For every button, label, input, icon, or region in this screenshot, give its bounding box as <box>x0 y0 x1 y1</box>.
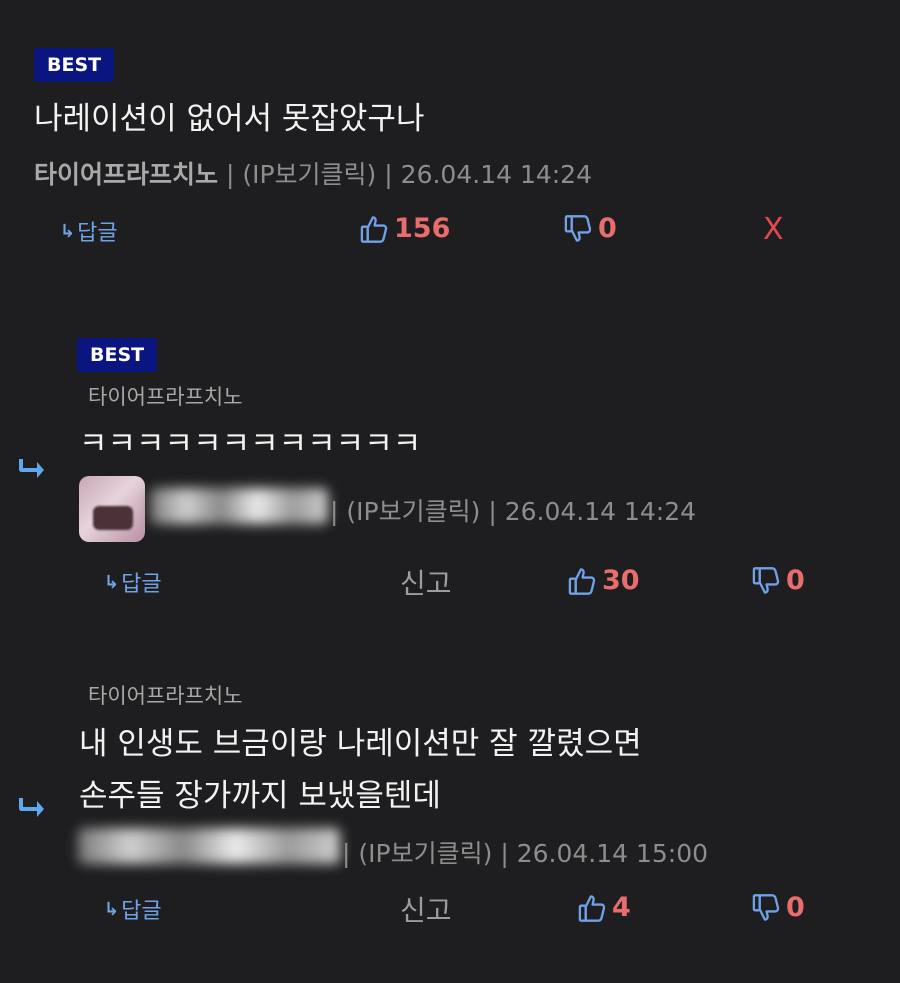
comment-meta: | (IP보기클릭) | 26.04.14 15:00 <box>342 834 708 870</box>
separator: | <box>330 497 339 526</box>
comment-text: ㅋㅋㅋㅋㅋㅋㅋㅋㅋㅋㅋㅋ <box>79 426 422 462</box>
comment-text-line2: 손주들 장가까지 보냈을텐데 <box>79 778 441 814</box>
reply-arrow-icon: ↳ <box>104 571 120 593</box>
downvote-count: 0 <box>786 892 805 923</box>
reply-to-nickname: 타이어프라프치노 <box>88 385 243 409</box>
ip-link[interactable]: (IP보기클릭) <box>346 497 480 526</box>
reply-button[interactable]: ↳ 답글 <box>104 566 162 598</box>
downvote-button[interactable]: 0 <box>752 565 805 596</box>
comment-date: 26.04.14 15:00 <box>516 839 709 868</box>
comment-meta: | (IP보기클릭) | 26.04.14 14:24 <box>330 492 696 528</box>
separator: | <box>488 497 497 526</box>
comment-text: 나레이션이 없어서 못잡았구나 <box>34 101 425 137</box>
separator: | <box>384 160 393 189</box>
ip-link[interactable]: (IP보기클릭) <box>242 160 376 189</box>
thumbs-down-icon <box>564 214 592 244</box>
best-badge: BEST <box>77 338 158 372</box>
avatar[interactable] <box>79 476 145 542</box>
author-nickname[interactable]: 타이어프라프치노 <box>34 160 218 189</box>
separator: | <box>225 160 235 189</box>
comment-date: 26.04.14 14:24 <box>504 497 697 526</box>
redacted-nickname <box>150 488 328 524</box>
reply-label: 답글 <box>77 221 118 246</box>
separator: | <box>500 839 509 868</box>
reply-arrow-icon: ↳ <box>104 898 120 920</box>
downvote-count: 0 <box>598 213 617 244</box>
thumbs-down-icon <box>752 566 780 596</box>
reply-button[interactable]: ↳ 답글 <box>104 893 162 925</box>
delete-button[interactable]: X <box>763 212 784 247</box>
indent-arrow-icon <box>16 796 46 820</box>
reply-label: 답글 <box>121 572 162 597</box>
reply-to-nickname: 타이어프라프치노 <box>88 684 243 708</box>
report-button[interactable]: 신고 <box>400 889 452 929</box>
thumbs-down-icon <box>752 893 780 923</box>
indent-arrow-icon <box>16 457 46 481</box>
downvote-button[interactable]: 0 <box>752 892 805 923</box>
best-badge: BEST <box>34 48 115 82</box>
reply-button[interactable]: ↳ 답글 <box>60 215 118 247</box>
upvote-button[interactable]: 4 <box>578 892 631 923</box>
upvote-count: 156 <box>394 213 451 244</box>
thumbs-up-icon <box>578 893 606 923</box>
upvote-count: 4 <box>612 892 631 923</box>
comment-text-line1: 내 인생도 브금이랑 나레이션만 잘 깔렸으면 <box>79 726 642 762</box>
downvote-count: 0 <box>786 565 805 596</box>
report-button[interactable]: 신고 <box>400 562 452 602</box>
thumbs-up-icon <box>568 566 596 596</box>
reply-arrow-icon: ↳ <box>60 220 76 242</box>
thumbs-up-icon <box>360 214 388 244</box>
separator: | <box>342 839 351 868</box>
comment-meta: 타이어프라프치노 | (IP보기클릭) | 26.04.14 14:24 <box>34 155 592 191</box>
redacted-nickname <box>78 828 340 864</box>
upvote-button[interactable]: 156 <box>360 213 450 244</box>
upvote-count: 30 <box>602 565 640 596</box>
downvote-button[interactable]: 0 <box>564 213 617 244</box>
comment-date: 26.04.14 14:24 <box>400 160 592 189</box>
ip-link[interactable]: (IP보기클릭) <box>358 839 492 868</box>
upvote-button[interactable]: 30 <box>568 565 640 596</box>
reply-label: 답글 <box>121 899 162 924</box>
